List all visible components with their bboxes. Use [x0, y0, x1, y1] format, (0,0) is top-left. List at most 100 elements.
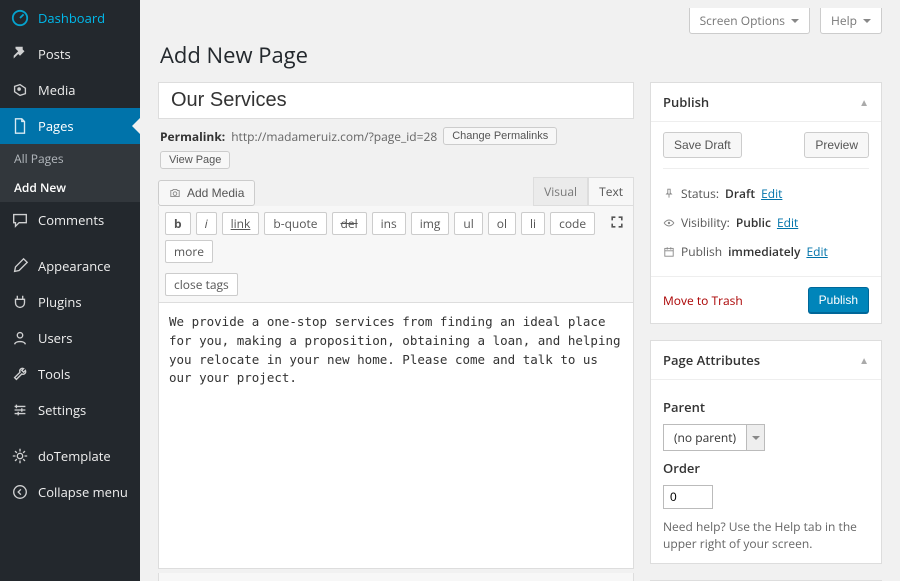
camera-icon [169, 187, 181, 199]
qt-img-button[interactable]: img [411, 212, 450, 235]
post-title-input[interactable] [158, 82, 634, 119]
chevron-down-icon [791, 19, 799, 27]
page-attributes-header[interactable]: Page Attributes ▲ [651, 341, 881, 380]
gear-icon [10, 446, 30, 466]
visibility-label: Visibility: [681, 214, 730, 231]
sidebar-item-comments[interactable]: Comments [0, 202, 140, 238]
editor-statusbar: Word count: 34 Draft saved at 2:51:55 pm… [158, 573, 634, 581]
editor-tabs: Visual Text [533, 177, 634, 206]
page-attributes-metabox: Page Attributes ▲ Parent (no parent) Ord… [650, 340, 882, 564]
sidebar-item-plugins[interactable]: Plugins [0, 284, 140, 320]
view-page-button[interactable]: View Page [160, 151, 230, 169]
collapse-icon [10, 482, 30, 502]
sidebar-item-users[interactable]: Users [0, 320, 140, 356]
sidebar-label: Posts [38, 45, 71, 63]
qt-i-button[interactable]: i [196, 212, 217, 235]
permalink-row: Permalink: http://madameruiz.com/?page_i… [160, 127, 632, 169]
sidebar-item-collapse[interactable]: Collapse menu [0, 474, 140, 510]
sidebar-submenu-pages: All Pages Add New [0, 144, 140, 202]
comment-icon [10, 210, 30, 230]
sidebar-item-tools[interactable]: Tools [0, 356, 140, 392]
content-editor[interactable] [158, 303, 634, 569]
settings-icon [10, 400, 30, 420]
page-title: Add New Page [160, 40, 882, 70]
pin-icon [10, 44, 30, 64]
chevron-down-icon [863, 19, 871, 27]
admin-sidebar: Dashboard Posts Media Pages All Pages Ad… [0, 0, 140, 581]
qt-closetags-button[interactable]: close tags [165, 273, 238, 296]
permalink-url: http://madameruiz.com/?page_id=28 [231, 128, 437, 145]
quicktags-toolbar: b i link b-quote del ins img ul ol li co… [158, 206, 634, 303]
sidebar-item-appearance[interactable]: Appearance [0, 248, 140, 284]
qt-link-button[interactable]: link [222, 212, 260, 235]
user-icon [10, 328, 30, 348]
move-to-trash-link[interactable]: Move to Trash [663, 292, 743, 309]
qt-bquote-button[interactable]: b-quote [264, 212, 326, 235]
status-label: Status: [681, 185, 719, 202]
sidebar-label: doTemplate [38, 447, 111, 465]
sidebar-item-dotemplate[interactable]: doTemplate [0, 438, 140, 474]
page-icon [10, 116, 30, 136]
parent-selected-value: (no parent) [663, 424, 747, 451]
order-label: Order [663, 459, 869, 477]
tab-visual[interactable]: Visual [533, 177, 588, 205]
screen-meta: Screen Options Help [158, 8, 882, 34]
qt-ins-button[interactable]: ins [372, 212, 406, 235]
edit-schedule-link[interactable]: Edit [806, 243, 827, 260]
schedule-value: immediately [728, 243, 800, 260]
preview-button[interactable]: Preview [804, 132, 869, 158]
brush-icon [10, 256, 30, 276]
sidebar-label: Dashboard [38, 9, 105, 27]
media-icon [10, 80, 30, 100]
help-button[interactable]: Help [820, 8, 882, 34]
sidebar-item-posts[interactable]: Posts [0, 36, 140, 72]
publish-button[interactable]: Publish [808, 287, 869, 313]
qt-more-button[interactable]: more [165, 240, 213, 263]
add-media-button[interactable]: Add Media [158, 180, 255, 206]
pin-status-icon [663, 188, 675, 200]
edit-status-link[interactable]: Edit [761, 185, 782, 202]
screen-options-button[interactable]: Screen Options [689, 8, 810, 34]
qt-b-button[interactable]: b [165, 212, 191, 235]
sidebar-label: Appearance [38, 257, 111, 275]
parent-label: Parent [663, 398, 869, 416]
main-content: Screen Options Help Add New Page Permali… [140, 0, 900, 581]
sidebar-label: Media [38, 81, 75, 99]
status-value: Draft [725, 185, 755, 202]
chevron-down-icon [747, 424, 765, 451]
qt-li-button[interactable]: li [521, 212, 545, 235]
sidebar-label: Tools [38, 365, 70, 383]
publish-header[interactable]: Publish ▲ [651, 83, 881, 122]
sidebar-label: Users [38, 329, 72, 347]
qt-del-button[interactable]: del [332, 212, 367, 235]
tab-text[interactable]: Text [588, 177, 634, 205]
parent-select[interactable]: (no parent) [663, 424, 765, 451]
submenu-add-new[interactable]: Add New [0, 173, 140, 202]
sidebar-item-settings[interactable]: Settings [0, 392, 140, 428]
edit-visibility-link[interactable]: Edit [777, 214, 798, 231]
attributes-help-text: Need help? Use the Help tab in the upper… [663, 519, 869, 553]
save-draft-button[interactable]: Save Draft [663, 132, 742, 158]
eye-icon [663, 217, 675, 229]
sidebar-label: Collapse menu [38, 483, 128, 501]
sidebar-item-media[interactable]: Media [0, 72, 140, 108]
change-permalinks-button[interactable]: Change Permalinks [443, 127, 557, 145]
toggle-icon: ▲ [859, 353, 869, 367]
sidebar-label: Pages [38, 117, 74, 135]
submenu-all-pages[interactable]: All Pages [0, 144, 140, 173]
calendar-icon [663, 246, 675, 258]
toggle-icon: ▲ [859, 95, 869, 109]
permalink-label: Permalink: [160, 128, 225, 145]
order-input[interactable] [663, 485, 713, 509]
qt-ul-button[interactable]: ul [454, 212, 482, 235]
publish-metabox: Publish ▲ Save Draft Preview Status: Dra… [650, 82, 882, 324]
sidebar-label: Settings [38, 401, 86, 419]
fullscreen-icon[interactable] [609, 214, 625, 230]
dashboard-icon [10, 8, 30, 28]
visibility-value: Public [736, 214, 771, 231]
qt-code-button[interactable]: code [550, 212, 595, 235]
sidebar-item-dashboard[interactable]: Dashboard [0, 0, 140, 36]
schedule-label: Publish [681, 243, 722, 260]
sidebar-item-pages[interactable]: Pages [0, 108, 140, 144]
qt-ol-button[interactable]: ol [488, 212, 516, 235]
